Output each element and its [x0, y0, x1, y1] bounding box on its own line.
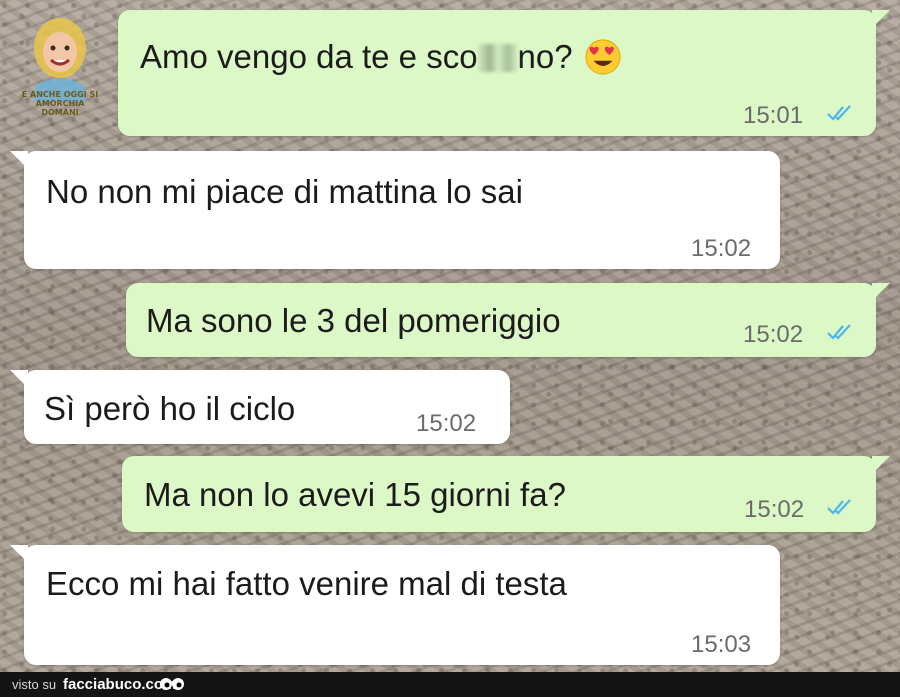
message-text: Ma sono le 3 del pomeriggio	[146, 302, 561, 339]
message-time: 15:01	[743, 102, 804, 129]
watermark-caption: E ANCHE OGGI SI AMORCHIA DOMANI	[21, 90, 99, 117]
message-bubble-incoming[interactable]: Ecco mi hai fatto venire mal di testa 15…	[10, 545, 780, 665]
message-bubble-outgoing[interactable]: Amo vengo da te e sco no? 15:01	[118, 10, 890, 136]
message-time: 15:02	[691, 235, 752, 262]
message-text: Ma non lo avevi 15 giorni fa?	[144, 476, 566, 513]
message-text: Sì però ho il ciclo	[44, 390, 296, 427]
message-text: Amo vengo da te e sco no?	[140, 38, 622, 76]
bubble-tail	[872, 456, 890, 474]
message-time: 15:02	[416, 410, 477, 437]
eyes-icon	[160, 678, 184, 690]
footer-bar: visto su facciabuco.com	[0, 672, 900, 697]
message-bubble-outgoing[interactable]: Ma non lo avevi 15 giorni fa? 15:02	[122, 456, 890, 532]
message-text: Ecco mi hai fatto venire mal di testa	[46, 565, 567, 602]
message-bubble-incoming[interactable]: Sì però ho il ciclo 15:02	[10, 370, 510, 444]
double-check-icon	[827, 105, 851, 121]
heart-eyes-emoji-icon	[585, 39, 621, 75]
message-bubble-outgoing[interactable]: Ma sono le 3 del pomeriggio 15:02	[126, 283, 890, 357]
footer-visto-su: visto su	[12, 677, 57, 692]
bubble-tail	[872, 10, 890, 28]
message-text: No non mi piace di mattina lo sai	[46, 173, 523, 210]
double-check-icon	[827, 499, 851, 515]
message-text-part: Amo vengo da te e sco	[140, 38, 478, 75]
double-check-icon	[827, 324, 851, 340]
bubble-tail	[10, 545, 28, 563]
message-time: 15:02	[743, 321, 804, 348]
bubble-tail	[10, 370, 28, 388]
message-time: 15:02	[744, 496, 805, 523]
bubble-tail	[10, 151, 28, 169]
message-text-part: no?	[517, 38, 573, 75]
redacted-blur	[477, 44, 518, 72]
message-time: 15:03	[691, 631, 752, 658]
message-bubble-incoming[interactable]: No non mi piace di mattina lo sai 15:02	[10, 151, 780, 269]
bubble-tail	[872, 283, 890, 301]
